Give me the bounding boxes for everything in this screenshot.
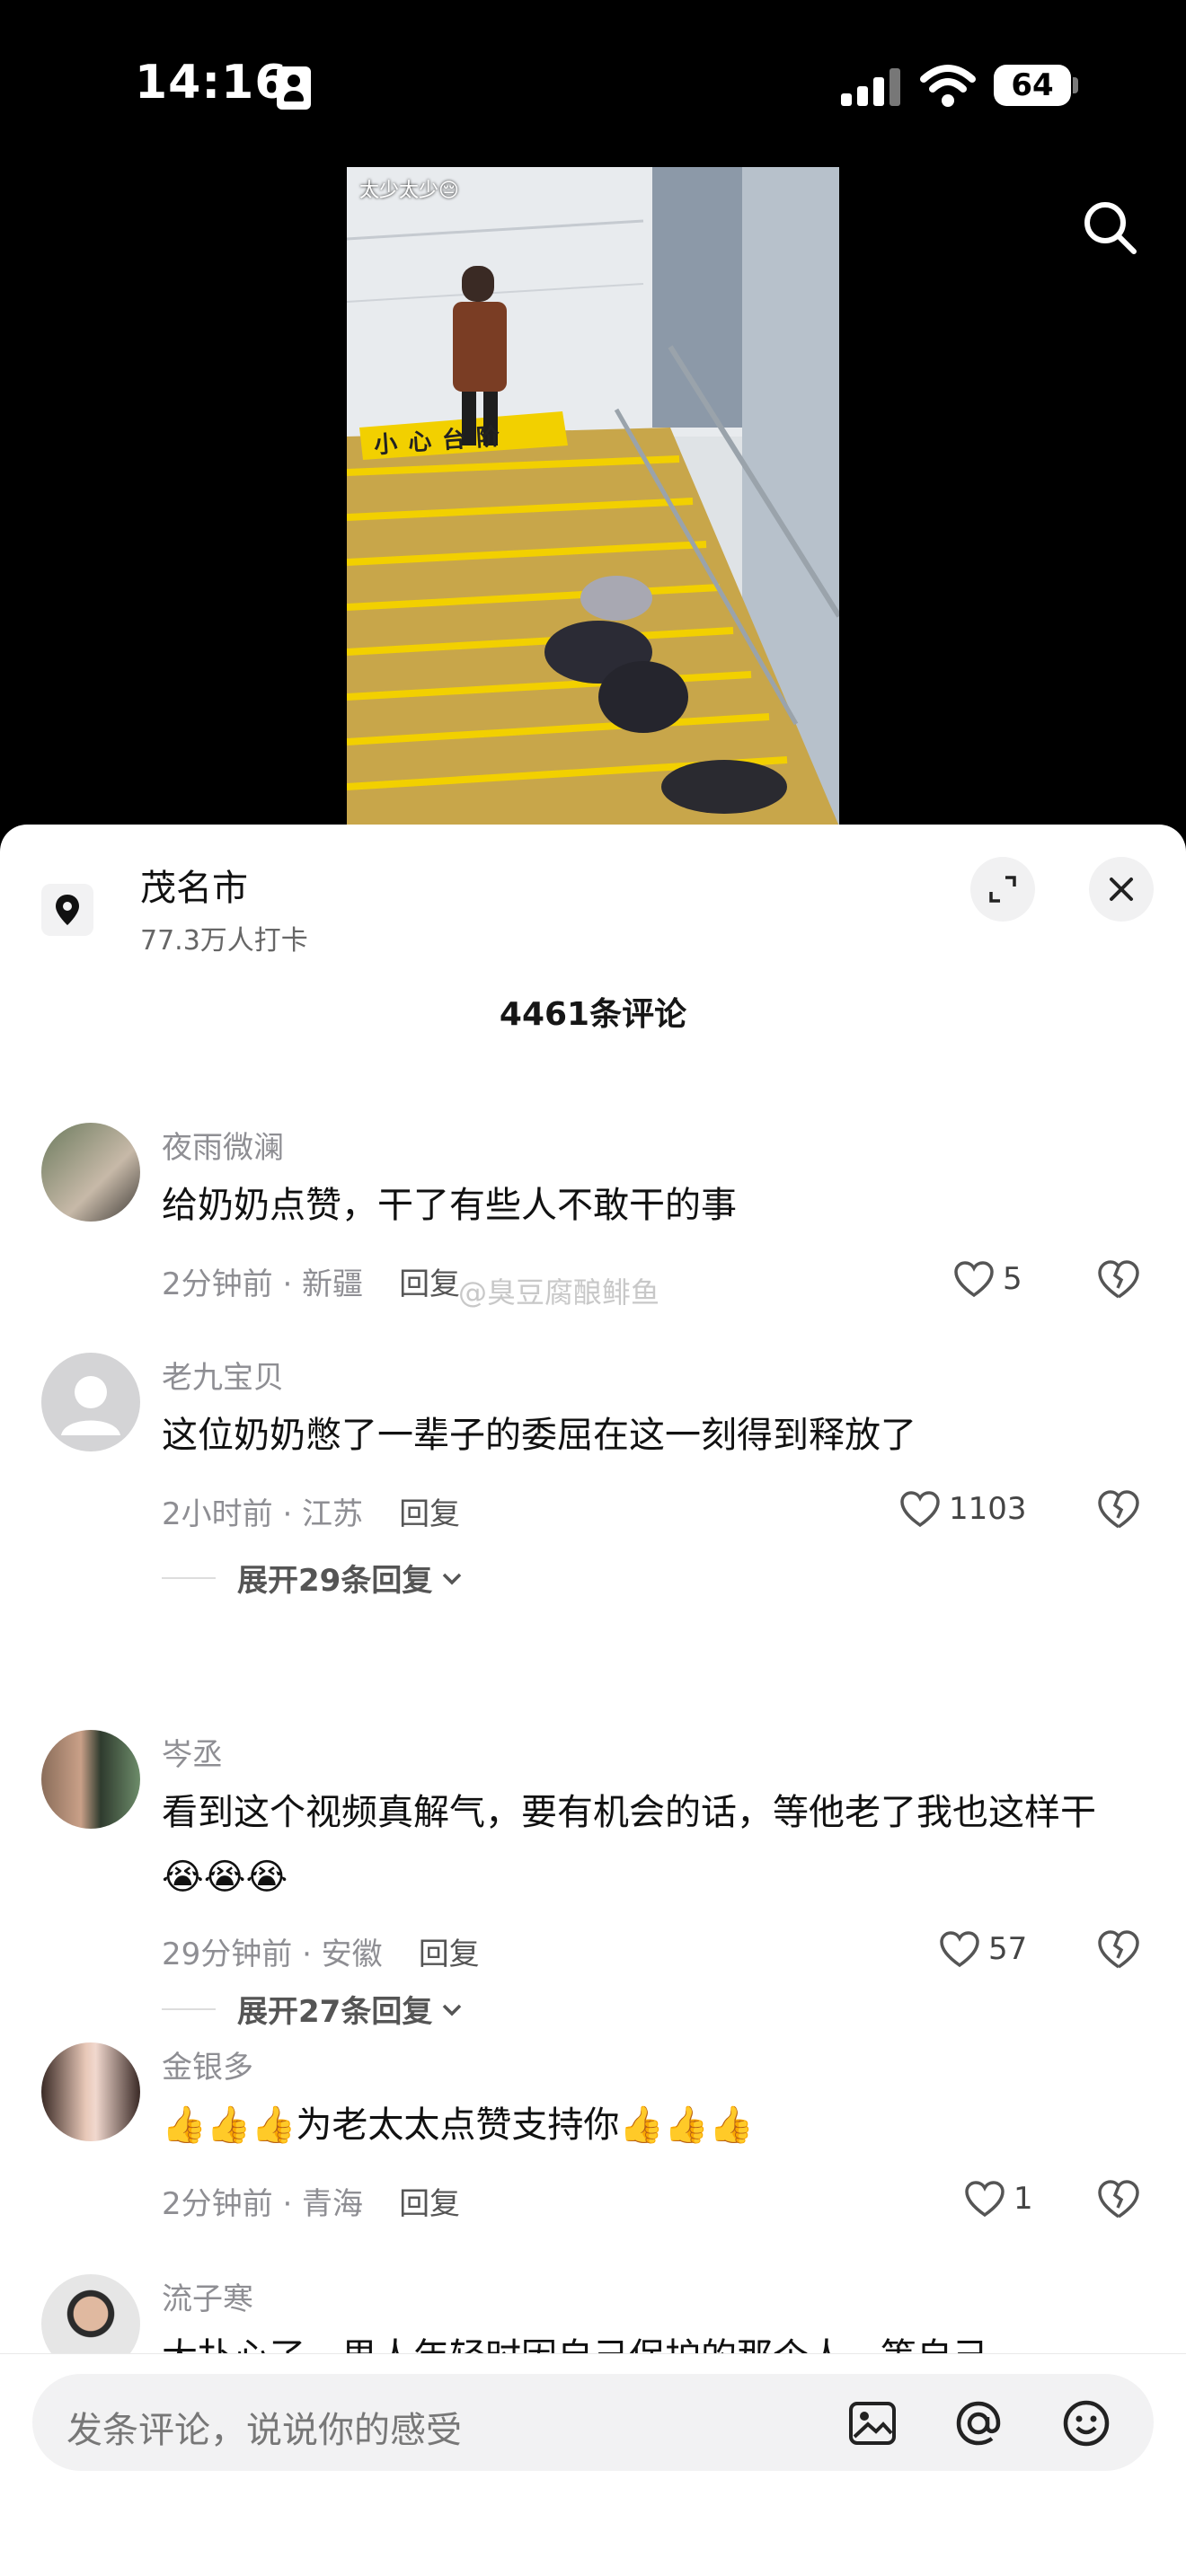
location-name[interactable]: 茂名市: [140, 859, 248, 911]
comment-input[interactable]: 发条评论，说说你的感受: [32, 2374, 1154, 2471]
comment-text: 这位奶奶憋了一辈子的委屈在这一刻得到释放了: [162, 1415, 916, 1456]
like-count: 1103: [949, 1491, 1027, 1527]
comment-time-location: 2分钟前 · 青海: [162, 2186, 364, 2222]
expand-button[interactable]: [970, 857, 1035, 922]
search-icon[interactable]: [1078, 196, 1141, 259]
like-button[interactable]: 5: [952, 1254, 1022, 1304]
like-button[interactable]: 1103: [898, 1484, 1027, 1534]
chevron-down-icon: [443, 2004, 462, 2016]
comment-item: 老九宝贝 这位奶奶憋了一辈子的委屈在这一刻得到释放了 2小时前 · 江苏 回复 1…: [0, 1353, 1186, 1532]
comment-meta: 2小时前 · 江苏 回复: [162, 1489, 460, 1533]
broken-heart-icon[interactable]: [1096, 1257, 1141, 1302]
expand-replies-button[interactable]: 展开29条回复: [162, 1556, 465, 1600]
like-count: 1: [1013, 2181, 1033, 2217]
comment-sheet: 茂名市 77.3万人打卡 4461条评论 夜雨微澜 给奶奶点赞，干了有些人不敢干…: [0, 825, 1186, 2576]
comment-input-bar: 发条评论，说说你的感受: [0, 2353, 1186, 2576]
comment-username[interactable]: 金银多: [162, 2042, 253, 2086]
battery-indicator: 64: [994, 65, 1071, 106]
avatar[interactable]: [41, 1730, 140, 1829]
comment-meta: 29分钟前 · 安徽 回复: [162, 1929, 480, 1973]
comment-text: 看到这个视频真解气，要有机会的话，等他老了我也这样干😭😭😭: [162, 1792, 1096, 1898]
comment-item: 岑丞 看到这个视频真解气，要有机会的话，等他老了我也这样干😭😭😭 29分钟前 ·…: [0, 1730, 1186, 1972]
reply-button[interactable]: 回复: [399, 1266, 460, 1302]
expand-icon: [989, 876, 1016, 903]
focus-person-icon: [277, 66, 311, 110]
comment-meta: 2分钟前 · 青海 回复: [162, 2179, 460, 2223]
comment-time-location: 2小时前 · 江苏: [162, 1496, 364, 1532]
comment-text: 给奶奶点赞，干了有些人不敢干的事: [162, 1185, 737, 1226]
broken-heart-icon[interactable]: [1096, 2177, 1141, 2222]
location-pin-icon: [41, 884, 93, 936]
comment-input-placeholder: 发条评论，说说你的感受: [66, 2410, 462, 2451]
video-caption: 太少太少😔: [359, 180, 459, 202]
broken-heart-icon[interactable]: [1096, 1487, 1141, 1532]
status-time: 14:16: [135, 56, 288, 110]
reply-button[interactable]: 回复: [419, 1936, 480, 1972]
mention-icon[interactable]: [952, 2397, 1005, 2449]
default-avatar-icon: [61, 1376, 120, 1435]
heart-icon: [900, 1491, 940, 1528]
heart-icon: [940, 1931, 979, 1968]
comment-item: 金银多 👍👍👍为老太太点赞支持你👍👍👍 2分钟前 · 青海 回复 1: [0, 2042, 1186, 2222]
emoji-icon[interactable]: [1060, 2397, 1112, 2449]
video-player[interactable]: 太少太少😔 小心台阶: [347, 167, 839, 826]
like-count: 57: [988, 1931, 1028, 1967]
comment-username[interactable]: 夜雨微澜: [162, 1123, 284, 1167]
like-button[interactable]: 57: [938, 1924, 1027, 1974]
comment-username[interactable]: 老九宝贝: [162, 1353, 284, 1397]
reply-button[interactable]: 回复: [399, 1496, 460, 1532]
cellular-signal-icon: [841, 68, 900, 106]
wifi-icon: [920, 65, 976, 107]
like-button[interactable]: 1: [963, 2174, 1033, 2224]
comment-count: 4461条评论: [499, 996, 687, 1033]
close-icon: [1110, 878, 1133, 901]
comment-time-location: 2分钟前 · 新疆: [162, 1266, 364, 1302]
video-frame: [347, 167, 839, 826]
location-checkins: 77.3万人打卡: [140, 925, 308, 957]
comment-time-location: 29分钟前 · 安徽: [162, 1936, 383, 1972]
close-button[interactable]: [1089, 857, 1154, 922]
comment-meta: 2分钟前 · 新疆 回复: [162, 1259, 460, 1303]
broken-heart-icon[interactable]: [1096, 1928, 1141, 1972]
comment-username[interactable]: 岑丞: [162, 1730, 223, 1774]
heart-icon: [954, 1261, 994, 1298]
comment-text: 👍👍👍为老太太点赞支持你👍👍👍: [162, 2104, 754, 2146]
chevron-down-icon: [443, 1573, 462, 1584]
reply-button[interactable]: 回复: [399, 2186, 460, 2222]
expand-replies-label: 展开27条回复: [237, 1994, 433, 2030]
expand-replies-button[interactable]: 展开27条回复: [162, 1987, 465, 2031]
status-bar: 14:16 64: [0, 0, 1186, 171]
avatar[interactable]: [41, 1353, 140, 1451]
image-icon[interactable]: [846, 2397, 898, 2449]
like-count: 5: [1003, 1261, 1022, 1297]
watermark: @臭豆腐酿鲱鱼: [458, 1275, 660, 1310]
avatar[interactable]: [41, 2042, 140, 2141]
comment-username[interactable]: 流子寒: [162, 2274, 253, 2318]
battery-tip: [1073, 77, 1078, 93]
expand-replies-label: 展开29条回复: [237, 1563, 433, 1599]
avatar[interactable]: [41, 1123, 140, 1222]
heart-icon: [965, 2181, 1005, 2218]
